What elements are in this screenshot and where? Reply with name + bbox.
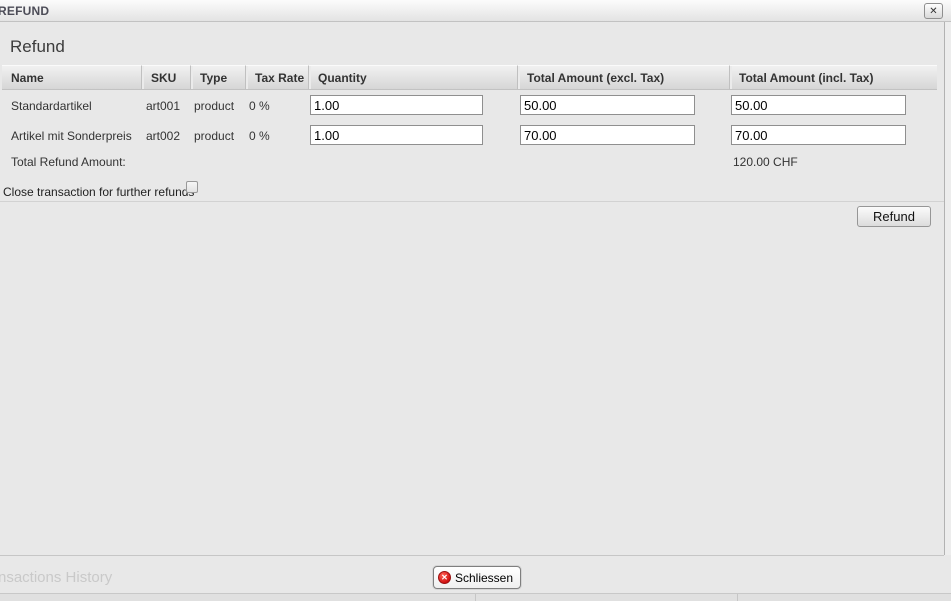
background-strip-divider (475, 594, 476, 601)
column-header-quantity: Quantity (308, 65, 517, 90)
dialog-bottom-border (0, 555, 944, 556)
column-header-total-excl-tax: Total Amount (excl. Tax) (517, 65, 729, 90)
close-icon: ✕ (929, 6, 937, 17)
schliessen-button-label: Schliessen (455, 571, 513, 585)
total-refund-label: Total Refund Amount: (11, 155, 126, 169)
item-name: Artikel mit Sonderpreis (11, 129, 132, 143)
item-sku: art001 (146, 99, 180, 113)
total-incl-tax-input[interactable] (731, 125, 906, 145)
total-excl-tax-input[interactable] (520, 125, 695, 145)
item-sku: art002 (146, 129, 180, 143)
background-strip-divider (737, 594, 738, 601)
refund-heading: Refund (10, 37, 65, 57)
schliessen-button[interactable]: ✕ Schliessen (433, 566, 521, 589)
dialog-title: REFUND (0, 4, 49, 18)
refund-table-header: Name SKU Type Tax Rate Quantity Total Am… (2, 65, 937, 90)
dialog-close-button[interactable]: ✕ (924, 3, 943, 19)
quantity-input[interactable] (310, 125, 483, 145)
close-transaction-label: Close transaction for further refunds (3, 185, 194, 199)
item-name: Standardartikel (11, 99, 92, 113)
background-page-heading: nsactions History (0, 569, 112, 586)
column-header-tax-rate: Tax Rate (245, 65, 308, 90)
total-excl-tax-input[interactable] (520, 95, 695, 115)
item-type: product (194, 99, 234, 113)
close-transaction-checkbox[interactable] (186, 181, 198, 193)
item-tax-rate: 0 % (249, 99, 270, 113)
column-header-type: Type (190, 65, 245, 90)
dialog-right-gutter (945, 22, 951, 555)
column-header-name: Name (2, 65, 141, 90)
refund-button[interactable]: Refund (857, 206, 931, 227)
cancel-circle-icon: ✕ (438, 571, 451, 584)
item-tax-rate: 0 % (249, 129, 270, 143)
content-separator (0, 201, 944, 202)
quantity-input[interactable] (310, 95, 483, 115)
dialog-titlebar[interactable]: REFUND ✕ (0, 0, 951, 22)
total-refund-value: 120.00 CHF (733, 155, 798, 169)
column-header-sku: SKU (141, 65, 190, 90)
total-incl-tax-input[interactable] (731, 95, 906, 115)
item-type: product (194, 129, 234, 143)
column-header-total-incl-tax: Total Amount (incl. Tax) (729, 65, 937, 90)
